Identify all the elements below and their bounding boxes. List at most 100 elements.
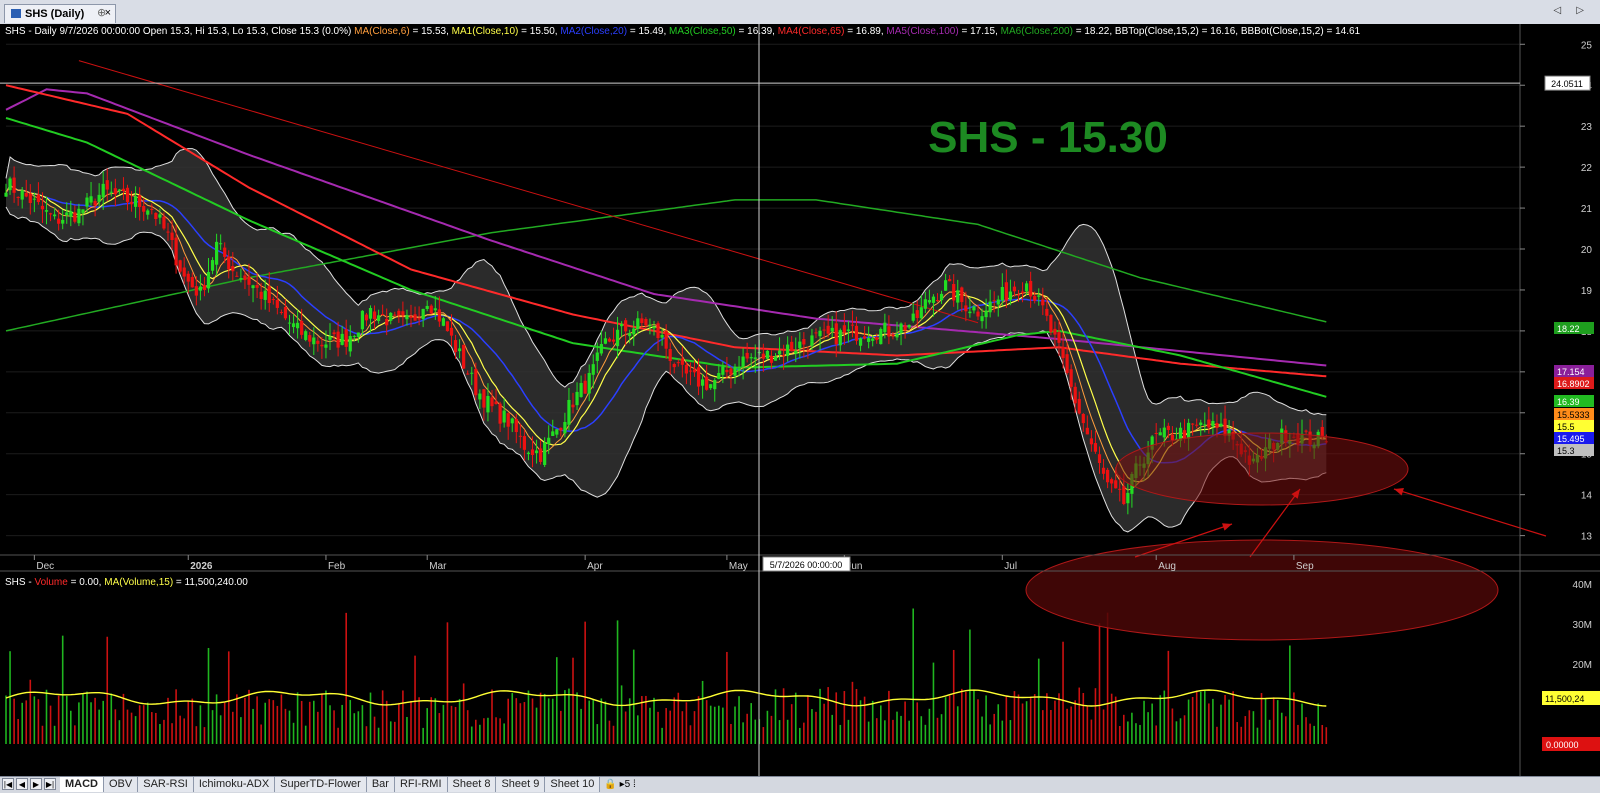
candle-body [401,311,405,316]
candle-body [1199,422,1203,426]
candle-body [239,278,243,280]
candle-body [846,329,850,331]
candle-body [1219,423,1223,427]
candle-body [445,321,450,332]
sheet-tab[interactable]: SuperTD-Flower [275,777,367,792]
candle-body [356,332,360,338]
crosshair-value: 24.0511 [1551,79,1583,89]
candle-body [826,325,830,334]
sheet-tab[interactable]: Sheet 8 [447,777,497,792]
price-legend-indicator-label: BBTop(Close,15,2) [1115,26,1199,37]
volume-indicator-legend: SHS - Volume = 0.00, MA(Volume,15) = 11,… [5,577,248,588]
volume-axis-label: 40M [1573,580,1592,591]
price-axis-label: 20 [1581,245,1593,256]
candle-body [980,316,984,322]
candle-body [182,267,186,277]
tab-scroll-arrows[interactable]: ◁ ▷ [1553,5,1590,16]
candle-body [972,306,976,311]
sheet-tab[interactable]: Ichimoku-ADX [193,777,276,792]
candle-body [227,256,231,270]
candle-body [494,401,498,404]
candle-body [97,194,101,202]
candle-body [364,314,369,321]
price-legend-indicator-label: MA6(Close,200) [1001,26,1073,37]
sheet-nav-button[interactable]: ◀ [16,778,28,790]
candle-body [453,340,458,353]
candle-body [684,364,688,374]
candle-body [498,403,502,424]
candle-body [899,323,903,334]
sheet-nav-button[interactable]: ▶ [30,778,42,790]
candle-body [984,310,988,318]
candle-body [385,318,389,326]
candle-body [915,310,919,318]
chart-canvas[interactable]: SHS - Daily 9/7/2026 00:00:00 Open 15.3,… [0,24,1600,776]
candle-body [296,322,300,329]
candle-body [850,324,855,326]
candle-body [599,344,603,354]
candle-body [786,344,790,357]
candle-body [312,337,316,345]
candle-body [117,189,121,191]
candle-body [1081,413,1085,424]
candle-body [53,214,57,217]
tab-title: SHS (Daily) [25,8,85,20]
sheet-tab[interactable]: Sheet 10 [545,777,601,792]
candle-body [478,393,482,400]
sheet-tab-tools[interactable]: 🔒 ▸5 ⁞ [600,777,639,792]
candle-body [1065,354,1069,373]
candle-body [688,370,693,372]
candle-body [1118,488,1122,490]
candle-body [178,260,182,272]
candle-body [891,334,895,337]
candle-body [271,299,275,301]
candle-body [931,296,936,303]
new-tab-icon[interactable]: ⊕ [97,6,106,19]
crosshair-date: 5/7/2026 00:00:00 [770,560,843,570]
candle-body [1203,424,1207,426]
sheet-tab[interactable]: Bar [366,777,395,792]
sheet-nav-button[interactable]: |◀ [2,778,14,790]
candle-body [332,332,336,335]
candle-body [1057,332,1061,343]
candle-body [518,435,522,437]
candle-body [1000,286,1004,301]
candle-body [988,301,992,313]
candle-body [36,194,40,202]
candle-body [1069,369,1073,387]
candle-body [591,364,595,375]
candle-body [206,271,211,289]
candle-body [125,187,130,203]
candle-body [48,213,53,215]
candle-body [798,341,802,349]
candle-body [611,339,616,342]
price-legend-indicator-label: BBBot(Close,15,2) [1241,26,1324,37]
candle-body [1020,291,1025,293]
sheet-tab-bar: |◀ ◀ ▶ ▶| MACD OBV SAR-RSI Ichimoku-ADX SuperTD… [0,776,1600,793]
price-legend-indicator-label: MA(Close,6) [354,26,410,37]
price-badge: 18.22 [1557,324,1580,334]
candle-body [142,206,146,212]
candle-body [1126,492,1130,504]
sheet-tab[interactable]: RFI-RMI [394,777,448,792]
sheet-tab[interactable]: MACD [60,777,104,792]
sheet-tab[interactable]: OBV [104,777,139,792]
candle-body [559,427,563,431]
candle-body [372,311,377,320]
candle-body [1110,479,1114,484]
candle-body [680,358,684,365]
candle-body [93,201,97,206]
date-axis-label: Sep [1296,561,1314,572]
candle-body [413,314,417,321]
candle-body [77,208,81,224]
sheet-tab[interactable]: SAR-RSI [138,777,194,792]
candle-body [146,210,150,215]
candle-body [1016,294,1021,296]
candle-body [919,307,923,319]
sheet-nav-button[interactable]: ▶| [44,778,56,790]
candle-body [219,243,223,245]
sheet-tab[interactable]: Sheet 9 [496,777,546,792]
candle-body [150,208,154,210]
candle-body [777,350,782,355]
candle-body [749,357,753,359]
